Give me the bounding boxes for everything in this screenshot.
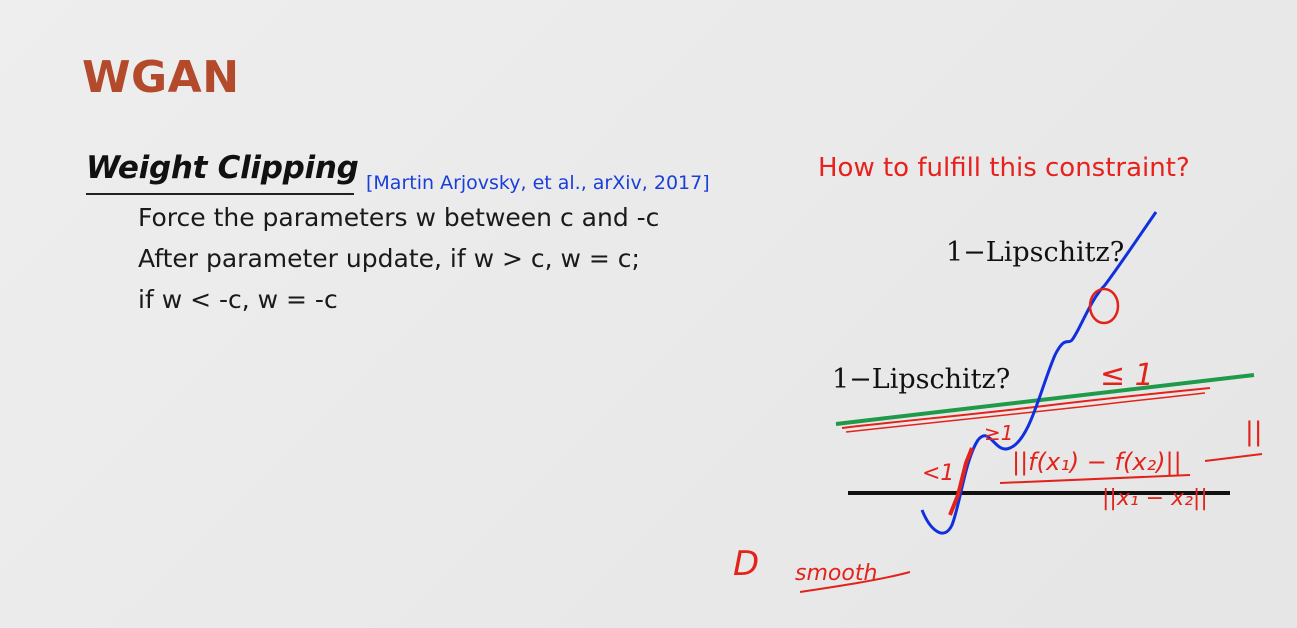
body-line-1: Force the parameters w between c and -c [138,203,660,232]
ratio-numerator: ||f(x₁) − f(x₂)|| [1012,448,1182,476]
constraint-question: How to fulfill this constraint? [818,153,1190,183]
ge-one-note: ≥1 [984,421,1013,445]
lipschitz-label-mid: 1−Lipschitz? [832,364,1011,395]
red-circle-mark [1088,287,1120,325]
body-line-3: if w < -c, w = -c [138,285,338,314]
citation-text: [Martin Arjovsky, et al., arXiv, 2017] [366,172,710,194]
lt-one-note: <1 [922,461,954,486]
slide: WGAN Weight Clipping [Martin Arjovsky, e… [0,0,1297,628]
le-one-note: ≤ 1 [1100,358,1154,393]
body-line-2: After parameter update, if w > c, w = c; [138,244,640,273]
norm-bars-right: || [1245,417,1263,447]
red-steep-segment [948,447,974,516]
d-label: D [733,544,759,584]
heading-underline [86,193,354,195]
slide-title: WGAN [82,52,240,103]
smooth-underline [799,571,911,593]
ratio-denominator: ||x₁ − x₂|| [1102,486,1208,511]
smooth-note: smooth [795,561,877,586]
weight-clipping-heading: Weight Clipping [86,150,359,186]
lipschitz-label-top: 1−Lipschitz? [946,237,1125,268]
fraction-bar [999,474,1191,484]
